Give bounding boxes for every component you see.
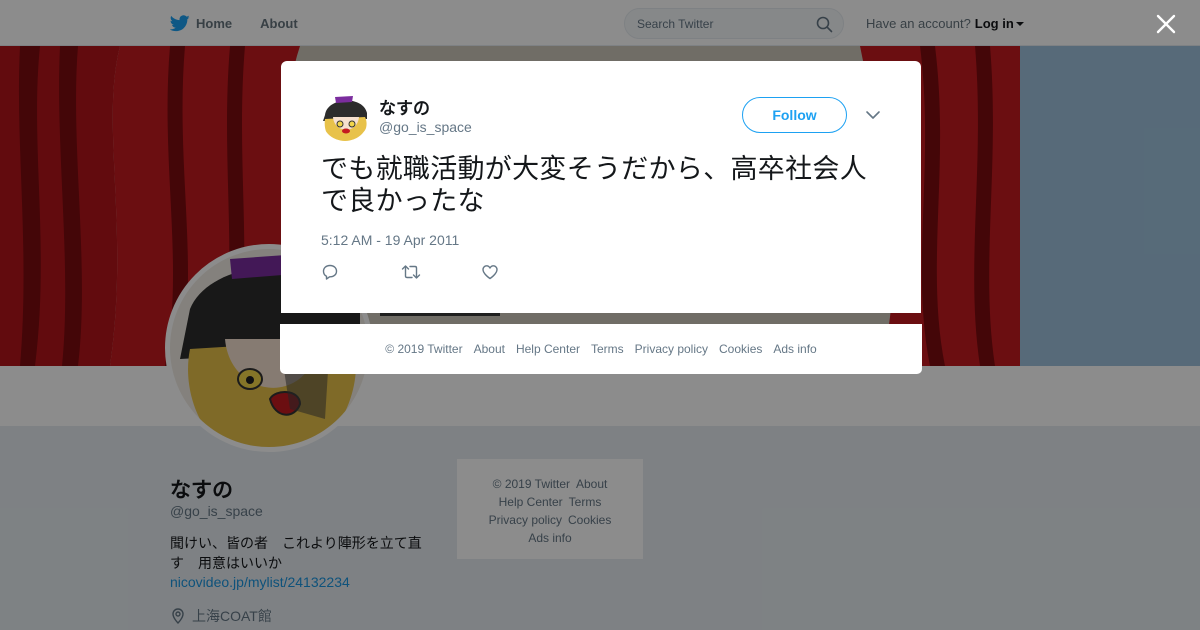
tweet-modal: なすの @go_is_space Follow でも就職活動が大変そうだから、高… — [281, 61, 921, 313]
retweet-button[interactable] — [401, 263, 481, 286]
tweet-author-handle[interactable]: @go_is_space — [379, 119, 472, 135]
tweet-author-name[interactable]: なすの — [379, 94, 430, 119]
modal-footer-help-link[interactable]: Help Center — [516, 342, 580, 356]
modal-footer-ads-link[interactable]: Ads info — [773, 342, 816, 356]
tweet-text: でも就職活動が大変そうだから、高卒社会人で良かったな — [321, 154, 867, 216]
follow-button[interactable]: Follow — [742, 97, 847, 133]
chevron-down-icon[interactable] — [865, 109, 881, 121]
tweet-timestamp[interactable]: 5:12 AM - 19 Apr 2011 — [321, 232, 459, 248]
tweet-avatar-image — [321, 93, 369, 141]
retweet-icon — [401, 265, 421, 279]
modal-footer-copyright: © 2019 Twitter — [385, 342, 463, 356]
tweet-author-avatar[interactable] — [321, 93, 369, 141]
modal-footer: © 2019 Twitter About Help Center Terms P… — [280, 324, 922, 374]
modal-footer-privacy-link[interactable]: Privacy policy — [635, 342, 708, 356]
modal-footer-terms-link[interactable]: Terms — [591, 342, 624, 356]
tweet-actions — [321, 263, 561, 286]
like-button[interactable] — [481, 263, 561, 286]
heart-icon — [482, 265, 498, 280]
modal-footer-about-link[interactable]: About — [474, 342, 505, 356]
close-icon[interactable] — [1152, 10, 1180, 38]
reply-button[interactable] — [321, 263, 401, 286]
modal-footer-cookies-link[interactable]: Cookies — [719, 342, 762, 356]
reply-icon — [322, 264, 338, 280]
